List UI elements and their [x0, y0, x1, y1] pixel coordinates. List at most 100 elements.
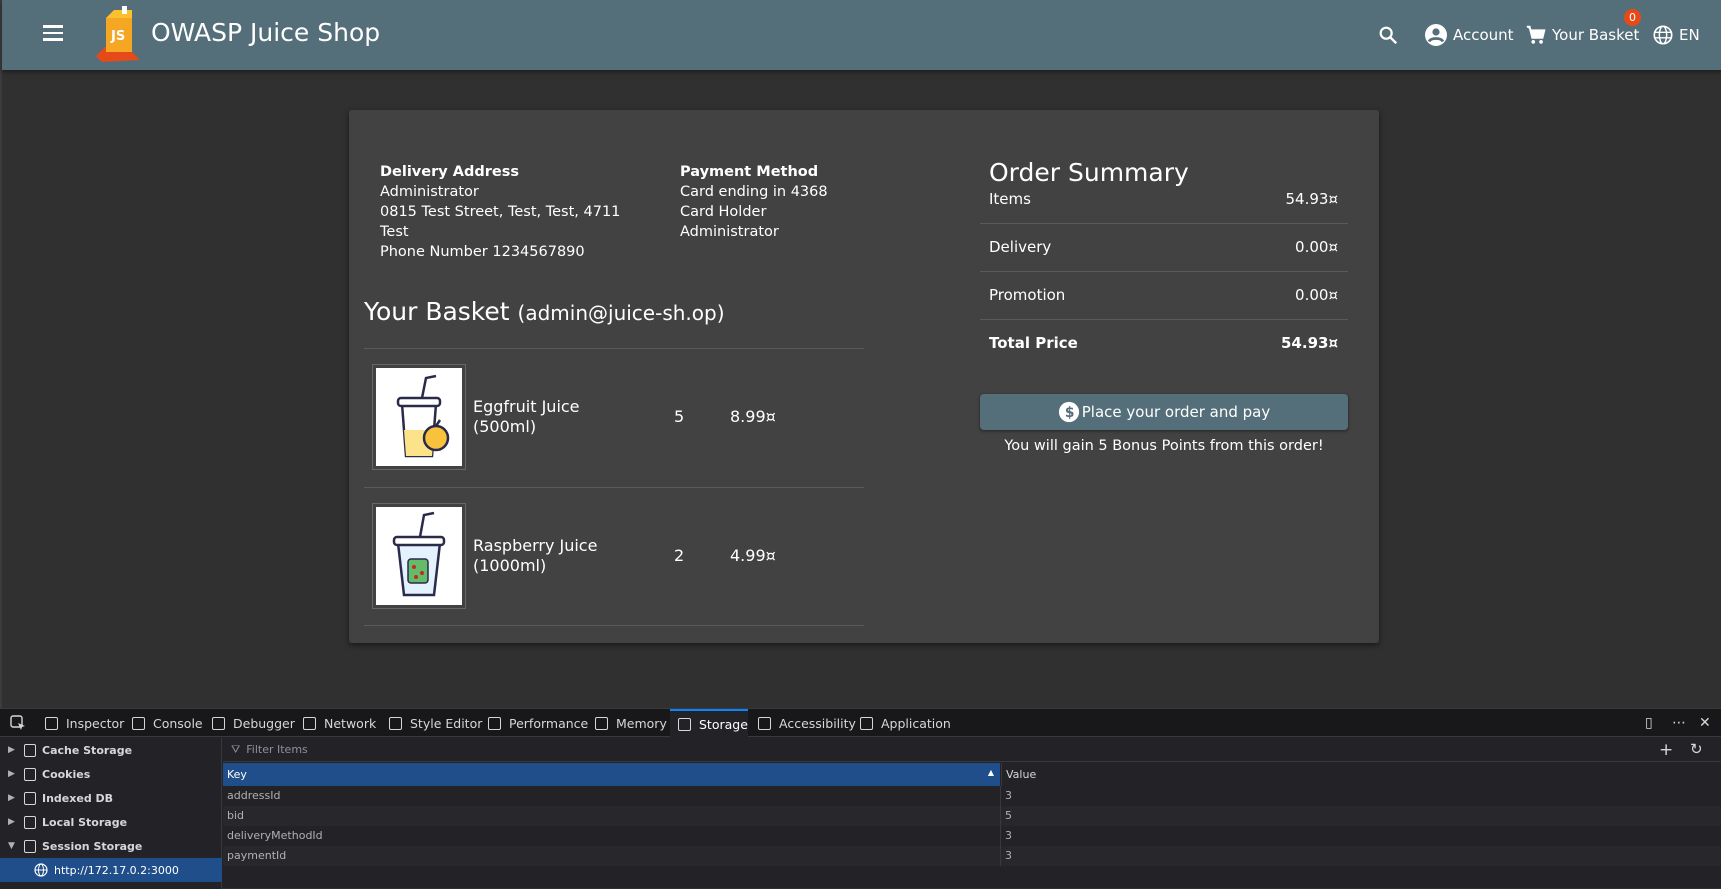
tab-performance[interactable]: Performance — [488, 709, 588, 737]
summary-row-total: Total Price 54.93¤ — [980, 320, 1348, 368]
database-icon — [24, 839, 36, 853]
row-key: paymentId — [227, 849, 287, 862]
origin-label: http://172.17.0.2:3000 — [54, 863, 179, 877]
expand-arrow-icon: ▶ — [8, 745, 15, 755]
collapse-arrow-icon: ▼ — [8, 841, 15, 851]
tab-application[interactable]: Application — [860, 709, 951, 737]
tree-local-storage[interactable]: ▶ Local Storage — [0, 810, 222, 834]
tab-console[interactable]: Console — [132, 709, 203, 737]
place-order-button[interactable]: $ Place your order and pay — [980, 394, 1348, 430]
database-icon — [24, 815, 36, 829]
inspector-icon — [45, 716, 58, 730]
dock-side-icon[interactable]: ▯ — [1645, 715, 1653, 731]
row-value: 3 — [1005, 849, 1012, 862]
tab-label: Style Editor — [410, 715, 483, 731]
summary-row-items: Items 54.93¤ — [980, 176, 1348, 224]
tab-debugger[interactable]: Debugger — [212, 709, 295, 737]
globe-icon — [1653, 25, 1673, 45]
expand-arrow-icon: ▶ — [8, 817, 15, 827]
tree-cookies[interactable]: ▶ Cookies — [0, 762, 222, 786]
refresh-icon[interactable]: ↻ — [1690, 740, 1703, 758]
row-key: addressId — [227, 789, 281, 802]
table-row[interactable]: deliveryMethodId 3 — [223, 826, 1721, 846]
row-value: 3 — [1005, 829, 1012, 842]
order-summary-card: Delivery Address Administrator 0815 Test… — [349, 110, 1379, 643]
product-price: 4.99¤ — [730, 546, 776, 565]
element-picker-icon[interactable] — [10, 709, 26, 737]
app-title[interactable]: OWASP Juice Shop — [151, 18, 380, 47]
table-row[interactable]: paymentId 3 — [223, 846, 1721, 866]
tree-origin-item[interactable]: http://172.17.0.2:3000 — [0, 858, 222, 882]
more-options-icon[interactable]: ⋯ — [1672, 715, 1686, 731]
language-button[interactable]: EN — [1652, 20, 1700, 50]
tab-memory[interactable]: Memory — [595, 709, 667, 737]
juice-shop-app: JS OWASP Juice Shop Account Your Basket … — [0, 0, 1721, 708]
summary-label: Items — [989, 190, 1031, 208]
database-icon — [24, 791, 36, 805]
sort-ascending-icon: ▲ — [987, 768, 994, 777]
table-header: Key ▲ Value — [223, 763, 1721, 786]
account-button[interactable]: Account — [1424, 20, 1514, 50]
network-icon — [303, 716, 316, 730]
product-quantity: 2 — [674, 546, 685, 565]
summary-value: 54.93¤ — [1281, 334, 1338, 352]
dollar-icon: $ — [1058, 401, 1079, 423]
summary-label: Delivery — [989, 238, 1052, 256]
delivery-name: Administrator — [380, 184, 479, 200]
column-label: Key — [227, 768, 247, 781]
tree-label: Local Storage — [42, 815, 128, 829]
tab-label: Memory — [616, 715, 667, 731]
cart-icon — [1526, 25, 1546, 44]
expand-arrow-icon: ▶ — [8, 769, 15, 779]
table-row[interactable]: addressId 3 — [223, 786, 1721, 806]
tab-style-editor[interactable]: Style Editor — [389, 709, 482, 737]
raspberry-product-image — [372, 503, 466, 609]
summary-label: Promotion — [989, 286, 1066, 304]
delivery-phone: Phone Number 1234567890 — [380, 244, 585, 260]
menu-icon[interactable] — [40, 22, 66, 48]
column-value-header[interactable]: Value — [1001, 763, 1721, 786]
memory-icon — [595, 716, 608, 730]
accessibility-icon — [758, 716, 771, 730]
basket-button[interactable]: Your Basket — [1525, 20, 1639, 50]
basket-title-text: Your Basket — [364, 297, 510, 326]
storage-icon — [678, 717, 691, 731]
column-key-header[interactable]: Key ▲ — [223, 763, 1000, 786]
table-row[interactable]: bid 5 — [223, 806, 1721, 826]
tab-inspector[interactable]: Inspector — [45, 709, 124, 737]
add-item-icon[interactable]: + — [1659, 740, 1673, 760]
search-button[interactable] — [1377, 20, 1404, 50]
eggfruit-product-image — [372, 364, 466, 470]
tree-cache-storage[interactable]: ▶ Cache Storage — [0, 738, 222, 762]
search-icon — [1379, 26, 1398, 45]
tree-session-storage[interactable]: ▼ Session Storage — [0, 834, 222, 858]
tree-label: Indexed DB — [42, 791, 114, 805]
database-icon — [24, 743, 36, 757]
tab-storage[interactable]: Storage — [670, 709, 748, 737]
tab-label: Storage — [699, 716, 748, 732]
tree-label: Session Storage — [42, 839, 143, 853]
tab-accessibility[interactable]: Accessibility — [758, 709, 856, 737]
tree-label: Cache Storage — [42, 743, 133, 757]
row-key: deliveryMethodId — [227, 829, 323, 842]
application-icon — [860, 716, 873, 730]
svg-text:JS: JS — [110, 29, 125, 44]
row-key: bid — [227, 809, 245, 822]
tab-label: Accessibility — [779, 715, 856, 731]
tab-network[interactable]: Network — [303, 709, 376, 737]
database-icon — [24, 767, 36, 781]
console-icon — [132, 716, 145, 730]
juice-shop-logo[interactable]: JS — [92, 6, 144, 62]
row-value: 5 — [1005, 809, 1012, 822]
product-price: 8.99¤ — [730, 407, 776, 426]
filter-items-input[interactable]: ⛛ Filter Items + ↻ — [223, 738, 1721, 762]
tree-indexed-db[interactable]: ▶ Indexed DB — [0, 786, 222, 810]
svg-text:$: $ — [1065, 405, 1075, 421]
storage-table-area: ⛛ Filter Items + ↻ Key ▲ Value addressId 3… — [223, 738, 1721, 889]
payment-method: Payment Method Card ending in 4368 Card … — [680, 162, 828, 242]
payment-holder: Administrator — [680, 224, 779, 240]
product-name: Raspberry Juice (1000ml) — [473, 536, 598, 575]
payment-heading: Payment Method — [680, 164, 819, 180]
tab-label: Application — [881, 715, 951, 731]
close-icon[interactable]: ✕ — [1699, 715, 1711, 731]
